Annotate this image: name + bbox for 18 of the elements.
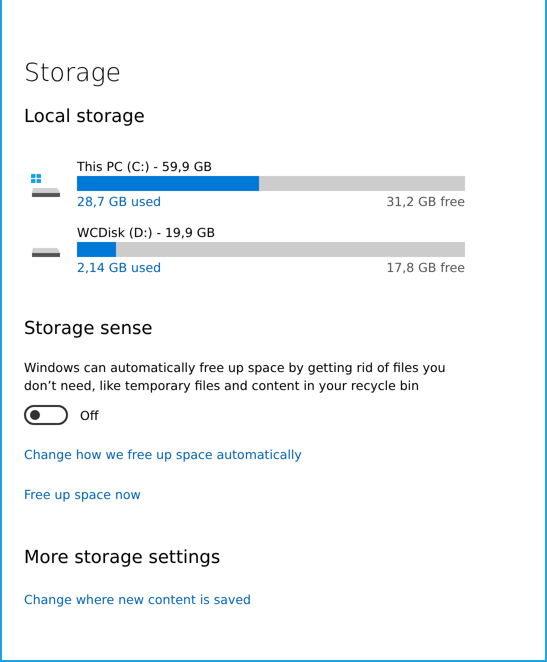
used-link[interactable]: 28,7 GB used [77, 193, 162, 211]
description: Windows can automatically free up space by getting rid of files you don’t need, like temporary files and content in your recycle bin [24, 359, 447, 395]
drive-icon [31, 247, 61, 259]
drive-icon [31, 174, 61, 200]
link[interactable]: Change where new content is saved [24, 592, 251, 607]
free-space: 17,8 GB free [386, 259, 465, 277]
section-heading: Local storage [24, 105, 146, 129]
used-link[interactable]: 2,14 GB used [77, 259, 162, 277]
drive-name: This PC (C:) - 59,9 GB [77, 159, 213, 175]
link[interactable]: Change how we free up space automatically [24, 447, 302, 462]
drive-name: WCDisk (D:) - 19,9 GB [77, 225, 216, 241]
link[interactable]: Free up space now [24, 487, 141, 502]
toggle-label: Off [80, 408, 98, 422]
free-space: 31,2 GB free [386, 193, 465, 211]
page-title: Storage [24, 58, 122, 88]
section-heading: More storage settings [24, 546, 222, 570]
toggle-switch[interactable] [24, 405, 68, 425]
section-heading: Storage sense [24, 317, 154, 341]
